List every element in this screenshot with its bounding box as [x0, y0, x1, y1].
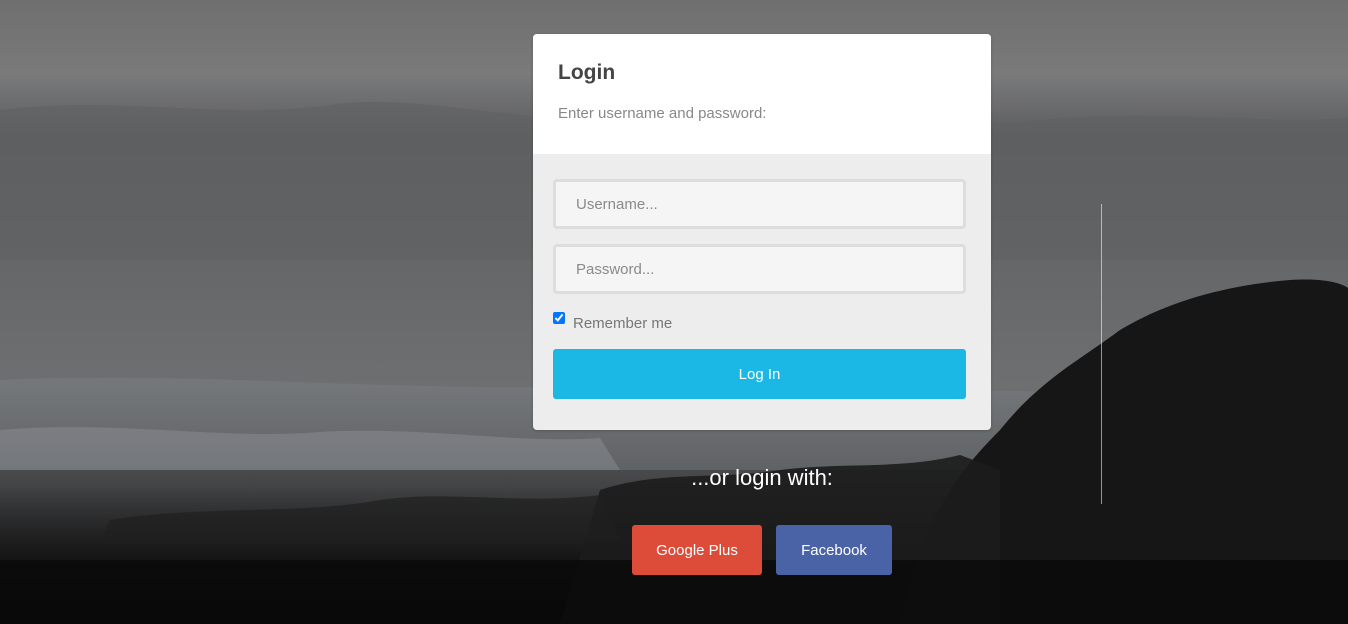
facebook-button[interactable]: Facebook: [776, 525, 892, 575]
google-plus-button[interactable]: Google Plus: [632, 525, 762, 575]
remember-me-label[interactable]: Remember me: [573, 315, 672, 332]
username-input[interactable]: [553, 179, 966, 229]
password-input[interactable]: [553, 244, 966, 294]
login-card: Login Enter username and password: Remem…: [533, 34, 991, 430]
social-login-heading: ...or login with:: [691, 465, 833, 490]
divider-line: [1101, 204, 1102, 504]
login-subtitle: Enter username and password:: [558, 105, 767, 122]
login-card-header: Login Enter username and password:: [533, 34, 991, 154]
login-button[interactable]: Log In: [553, 349, 966, 399]
remember-me: Remember me: [553, 312, 672, 332]
remember-me-checkbox[interactable]: [553, 312, 565, 324]
login-title: Login: [558, 61, 616, 84]
